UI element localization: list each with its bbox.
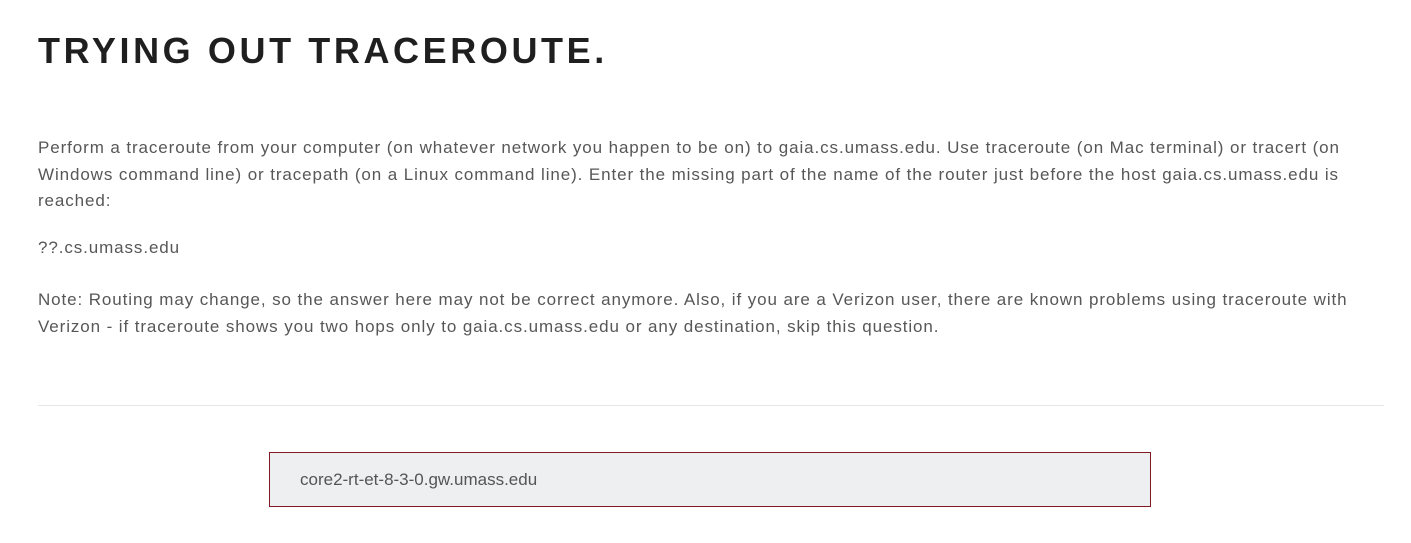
page-title: TRYING OUT TRACEROUTE. (38, 30, 608, 71)
divider (38, 405, 1384, 406)
hostname-pattern: ??.cs.umass.edu (38, 237, 181, 257)
answer-input[interactable] (269, 452, 1151, 507)
routing-note: Note: Routing may change, so the answer … (38, 290, 1348, 336)
question-instructions: Perform a traceroute from your computer … (38, 138, 1340, 210)
question-body: Perform a traceroute from your computer … (38, 135, 1358, 340)
